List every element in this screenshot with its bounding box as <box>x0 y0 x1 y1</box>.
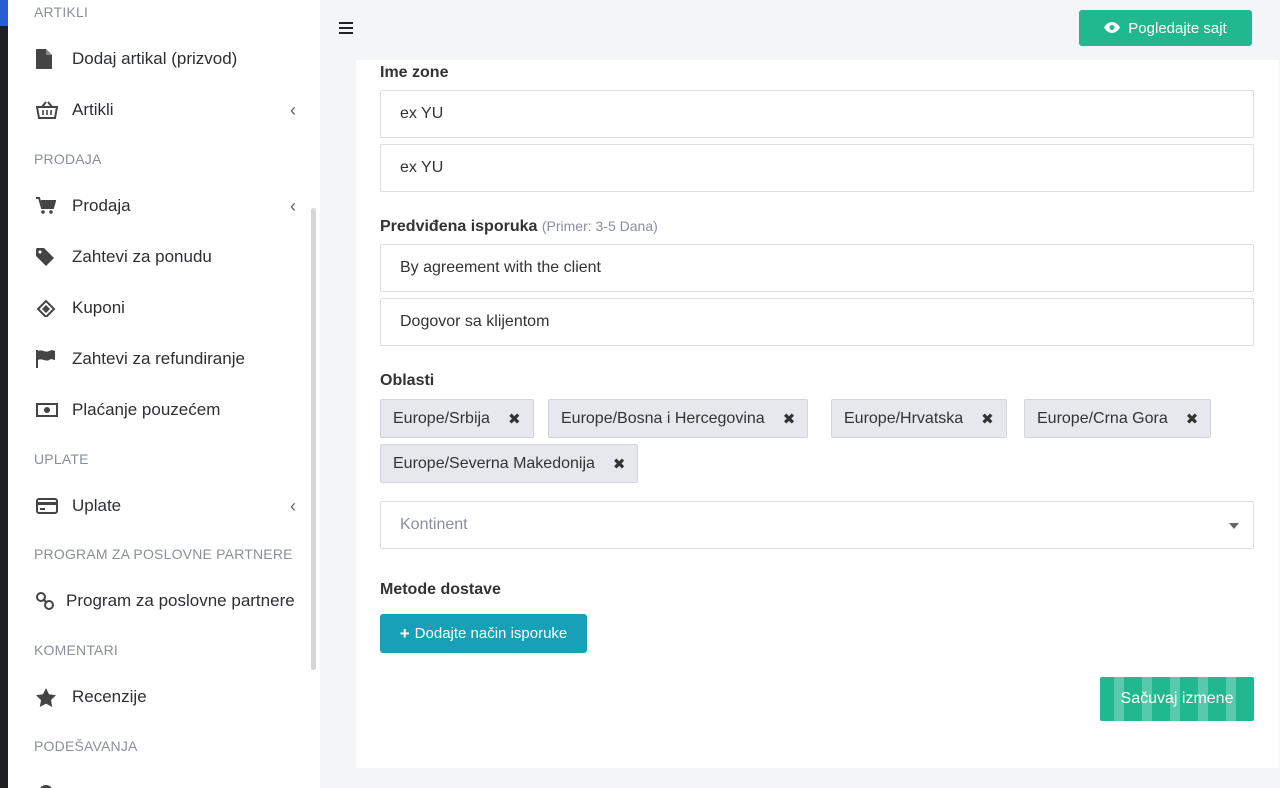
region-tag-label: Europe/Crna Gora <box>1037 409 1168 427</box>
remove-tag-icon[interactable]: ✖ <box>783 410 796 428</box>
region-tag: Europe/Bosna i Hercegovina ✖ <box>548 399 809 438</box>
zone-form-card: Ime zone ex YU ex YU Predviđena isporuka… <box>356 60 1279 768</box>
remove-tag-icon[interactable]: ✖ <box>1186 410 1199 428</box>
basket-icon <box>36 101 62 119</box>
chevron-left-icon: ‹ <box>290 195 296 216</box>
sidebar-item-settings[interactable] <box>36 774 296 788</box>
menu-toggle-icon[interactable] <box>339 22 353 34</box>
sidebar-scrollbar[interactable] <box>311 208 316 670</box>
sidebar-item-label: Kuponi <box>72 298 125 317</box>
delivery-field-1[interactable]: By agreement with the client <box>380 244 1254 292</box>
zone-name-label: Ime zone <box>380 64 449 81</box>
link-icon <box>36 592 56 610</box>
region-tag-label: Europe/Hrvatska <box>844 409 964 427</box>
region-tag: Europe/Severna Makedonija ✖ <box>380 444 639 483</box>
tag-icon <box>36 248 62 266</box>
sidebar-item-label: Artikli <box>72 100 114 119</box>
eye-icon <box>1104 20 1121 37</box>
chevron-left-icon: ‹ <box>290 495 296 516</box>
caret-down-icon <box>1229 523 1239 529</box>
credit-card-icon <box>36 498 62 514</box>
zone-name-field-2[interactable]: ex YU <box>380 144 1254 192</box>
sidebar-item-label: Zahtevi za ponudu <box>72 247 212 266</box>
delivery-hint: (Primer: 3-5 Dana) <box>541 218 658 234</box>
region-tag-label: Europe/Srbija <box>393 409 490 427</box>
sidebar-item-payments[interactable]: Uplate ‹ <box>36 488 296 524</box>
sidebar-item-quote-requests[interactable]: Zahtevi za ponudu <box>36 239 296 275</box>
delivery-field-2[interactable]: Dogovor sa klijentom <box>380 298 1254 346</box>
star-icon <box>36 687 62 707</box>
edge-tab <box>0 0 8 26</box>
delivery-label-text: Predviđena isporuka <box>380 218 538 235</box>
shipping-methods-label: Metode dostave <box>380 581 501 598</box>
flag-icon <box>36 350 62 368</box>
continent-select[interactable]: Kontinent <box>380 501 1254 549</box>
section-artikli: ARTIKLI <box>34 4 89 20</box>
delivery-label: Predviđena isporuka (Primer: 3-5 Dana) <box>380 218 658 236</box>
remove-tag-icon[interactable]: ✖ <box>508 410 521 428</box>
remove-tag-icon[interactable]: ✖ <box>981 410 994 428</box>
region-tag: Europe/Srbija ✖ <box>380 399 534 438</box>
gear-icon <box>36 782 62 788</box>
remove-tag-icon[interactable]: ✖ <box>613 455 626 473</box>
add-shipping-method-button[interactable]: + Dodajte način isporuke <box>380 614 587 653</box>
sidebar-item-label: Zahtevi za refundiranje <box>72 349 245 368</box>
add-shipping-label: Dodajte način isporuke <box>414 625 568 642</box>
sidebar-item-add-article[interactable]: Dodaj artikal (prizvod) <box>36 41 296 77</box>
sidebar-item-cash-on-delivery[interactable]: Plaćanje pouzećem <box>36 392 296 428</box>
top-bar: Pogledajte sajt <box>320 0 1280 60</box>
file-icon <box>36 49 62 69</box>
sidebar-item-refund-requests[interactable]: Zahtevi za refundiranje <box>36 341 296 377</box>
sidebar-item-label: Plaćanje pouzećem <box>72 400 221 419</box>
window-edge <box>0 0 8 788</box>
section-podesavanja: PODEŠAVANJA <box>34 738 138 754</box>
cart-icon <box>36 197 62 215</box>
sidebar-item-reviews[interactable]: Recenzije <box>36 679 296 715</box>
regions-label: Oblasti <box>380 372 435 389</box>
sidebar-item-sales[interactable]: Prodaja ‹ <box>36 188 296 224</box>
save-changes-button[interactable]: Sačuvaj izmene <box>1100 677 1254 721</box>
save-changes-label: Sačuvaj izmene <box>1120 690 1234 707</box>
region-tag-label: Europe/Severna Makedonija <box>393 454 595 472</box>
zone-name-field-1[interactable]: ex YU <box>380 90 1254 138</box>
section-komentari: KOMENTARI <box>34 642 118 658</box>
chevron-left-icon: ‹ <box>290 99 296 120</box>
sidebar-item-label: Prodaja <box>72 196 131 215</box>
sidebar-item-label: Dodaj artikal (prizvod) <box>72 49 238 68</box>
sidebar: ARTIKLI Dodaj artikal (prizvod) Artikli … <box>8 0 320 788</box>
view-site-label: Pogledajte sajt <box>1128 19 1227 37</box>
section-uplate: UPLATE <box>34 451 89 467</box>
sidebar-item-label: Uplate <box>72 496 122 515</box>
continent-placeholder: Kontinent <box>400 516 468 533</box>
plus-icon: + <box>399 623 410 643</box>
region-tag-label: Europe/Bosna i Hercegovina <box>561 409 765 427</box>
sidebar-item-articles[interactable]: Artikli ‹ <box>36 92 296 128</box>
sidebar-item-partner-program[interactable]: Program za poslovne partnere <box>36 583 316 619</box>
section-prodaja: PRODAJA <box>34 151 102 167</box>
ticket-icon <box>36 299 62 317</box>
sidebar-item-label: Recenzije <box>72 687 147 706</box>
money-icon <box>36 403 62 417</box>
section-partners: PROGRAM ZA POSLOVNE PARTNERE <box>34 546 293 562</box>
region-tag: Europe/Hrvatska ✖ <box>831 399 1007 438</box>
sidebar-item-coupons[interactable]: Kuponi <box>36 290 296 326</box>
view-site-button[interactable]: Pogledajte sajt <box>1079 10 1252 46</box>
region-tag: Europe/Crna Gora ✖ <box>1024 399 1212 438</box>
sidebar-item-label: Program za poslovne partnere <box>66 591 295 610</box>
